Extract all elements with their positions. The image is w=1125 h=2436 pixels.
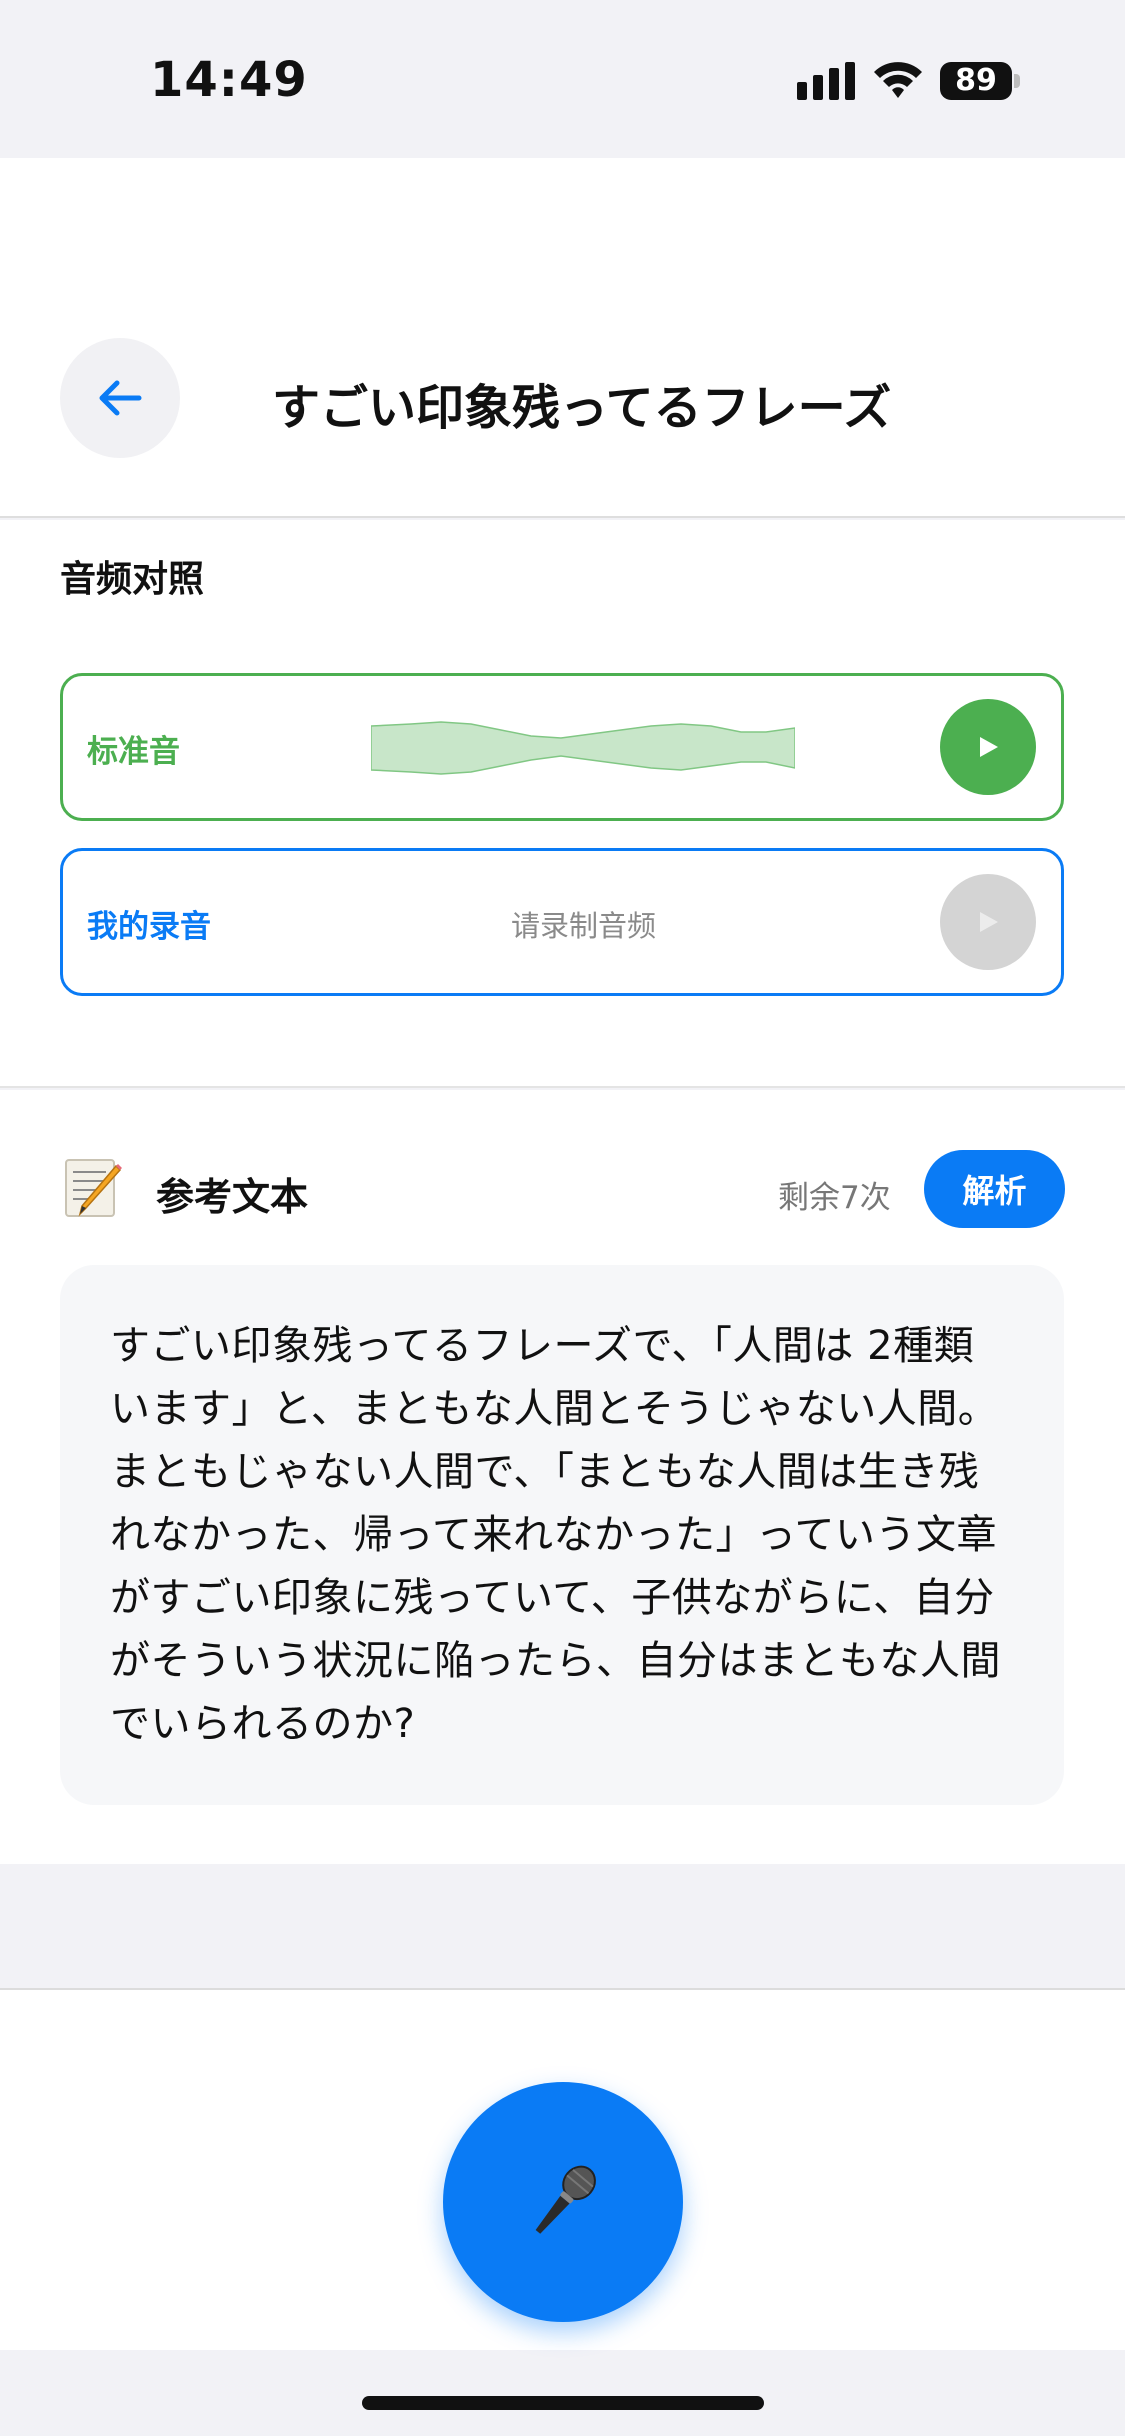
play-standard-button[interactable] (940, 699, 1036, 795)
my-recording-row: 我的录音 请录制音频 (60, 848, 1064, 996)
bottom-bar (0, 1990, 1125, 2350)
screen: 14:49 89 すごい印象残ってるフレーズ 音频对照 标准音 我的录音 请录制… (0, 0, 1125, 2436)
section-title: 音频对照 (60, 559, 205, 600)
microphone-icon (535, 2165, 596, 2234)
my-recording-label: 我的录音 (87, 909, 211, 945)
status-time: 14:49 (150, 52, 308, 108)
reference-text-section: 参考文本 剩余7次 解析 すごい印象残ってるフレーズで、「人間は 2種類います」… (0, 1090, 1125, 1864)
standard-audio-label: 标准音 (87, 734, 180, 770)
recording-placeholder: 请录制音频 (511, 909, 657, 943)
home-indicator (362, 2396, 764, 2410)
waveform (371, 721, 795, 775)
reference-text-card: すごい印象残ってるフレーズで、「人間は 2種類います」と、まともな人間とそうじゃ… (60, 1265, 1064, 1805)
play-icon (980, 737, 998, 757)
battery-level: 89 (940, 62, 1012, 100)
page-title: すごい印象残ってるフレーズ (272, 380, 892, 436)
reference-title: 参考文本 (156, 1175, 309, 1219)
record-button[interactable] (443, 2082, 683, 2322)
play-recording-button[interactable] (940, 874, 1036, 970)
cellular-signal-icon (797, 62, 855, 100)
analyze-button[interactable]: 解析 (924, 1150, 1065, 1228)
remaining-count: 剩余7次 (778, 1180, 891, 1216)
memo-icon (65, 1159, 122, 1217)
header: すごい印象残ってるフレーズ (0, 158, 1125, 518)
standard-audio-row: 标准音 (60, 673, 1064, 821)
status-bar: 14:49 89 (0, 0, 1125, 158)
arrow-left-icon (99, 380, 142, 416)
audio-compare-section: 音频对照 标准音 我的录音 请录制音频 (0, 520, 1125, 1088)
wifi-icon (874, 62, 922, 98)
play-icon (980, 912, 998, 932)
battery-icon: 89 (940, 62, 1022, 100)
reference-text: すごい印象残ってるフレーズで、「人間は 2種類います」と、まともな人間とそうじゃ… (110, 1323, 1001, 1747)
back-button[interactable] (60, 338, 180, 458)
divider-band (0, 1864, 1125, 1990)
